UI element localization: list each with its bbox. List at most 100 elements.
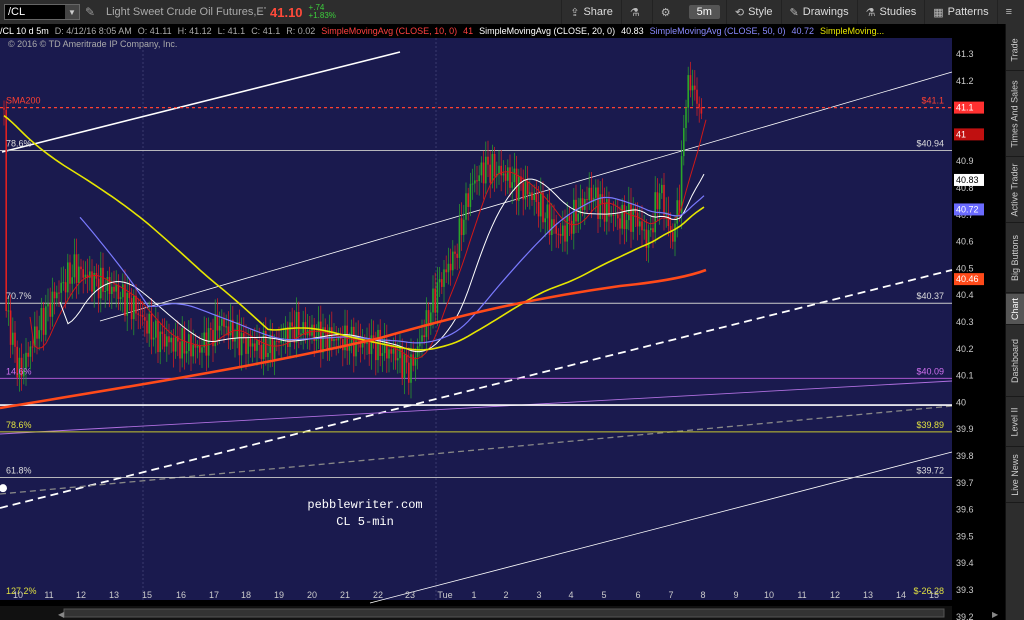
candle-body (210, 328, 212, 330)
candle-body (630, 202, 632, 232)
sidebar-tab-label: Dashboard (1010, 338, 1020, 384)
candle-body (273, 340, 276, 360)
sidebar-tab-label: Level II (1010, 407, 1020, 437)
candle-body (617, 214, 619, 219)
candle-body (144, 317, 146, 321)
candle-body (377, 329, 379, 361)
scrollbar-thumb[interactable] (63, 608, 945, 618)
sidebar-tab-active-trader[interactable]: Active Trader (1006, 158, 1024, 223)
x-tick-label: 21 (340, 590, 350, 600)
candle-body (647, 230, 650, 248)
candle-body (67, 262, 69, 293)
candle-body (625, 220, 628, 230)
patterns-button[interactable]: ▦ Patterns (924, 0, 996, 24)
watermark-caption: CL 5-min (336, 515, 394, 529)
symbol-value: /CL (8, 6, 26, 18)
candle-body (447, 263, 450, 273)
x-tick-label: 15 (142, 590, 152, 600)
candle-body (128, 292, 131, 299)
level-label: 78.6% (6, 420, 32, 430)
candle-body (370, 335, 373, 355)
candle-body (652, 228, 654, 233)
sidebar-tab-level-ii[interactable]: Level II (1006, 398, 1024, 447)
candle-body (518, 176, 520, 201)
drawings-button[interactable]: ✎ Drawings (780, 0, 857, 24)
menu-button[interactable]: ≡ (996, 0, 1024, 24)
candle-body (262, 330, 265, 360)
candle-body (245, 337, 247, 354)
scroll-right-icon[interactable]: ▶ (992, 610, 999, 619)
chart-panel[interactable]: /CL 10 d 5m D: 4/12/16 8:05 AM O: 41.11 … (0, 24, 1006, 620)
candle-body (588, 187, 590, 201)
scroll-left-icon[interactable]: ◀ (58, 610, 65, 619)
candle-body (280, 340, 282, 343)
share-label: Share (583, 6, 613, 18)
studies-button[interactable]: ⚗ Studies (856, 0, 925, 24)
candle-body (403, 354, 406, 379)
candle-body (570, 220, 573, 234)
sidebar-tab-label: Chart (1010, 297, 1021, 321)
candle-body (397, 358, 399, 361)
timeframe-selector[interactable]: 5m (688, 5, 720, 19)
sidebar-tab-big-buttons[interactable]: Big Buttons (1006, 224, 1024, 293)
share-button[interactable]: ⇪ Share (561, 0, 621, 24)
candle-body (460, 218, 463, 235)
candle-body (108, 277, 111, 294)
symbol-input[interactable]: /CL ▼ (4, 4, 80, 20)
sidebar-tab-dashboard[interactable]: Dashboard (1006, 326, 1024, 397)
candle-body (190, 334, 192, 357)
candle-body (493, 154, 496, 177)
y-tick-label: 39.2 (956, 612, 974, 620)
style-button[interactable]: ⟲ Style (725, 0, 781, 24)
study-sma50[interactable]: SimpleMovingAvg (CLOSE, 50, 0) (650, 26, 786, 36)
chevron-down-icon[interactable]: ▼ (65, 5, 79, 19)
sidebar-tab-trade[interactable]: Trade (1006, 30, 1024, 71)
candle-body (89, 271, 91, 278)
candle-body (100, 267, 102, 299)
candle-body (650, 228, 652, 231)
candle-body (491, 154, 494, 183)
candle-body (509, 167, 511, 188)
y-tick-label: 40.9 (956, 156, 974, 166)
candle-body (141, 315, 144, 318)
candle-body (174, 336, 177, 352)
candle-body (218, 325, 221, 331)
candle-body (199, 346, 201, 353)
candle-body (515, 168, 518, 201)
candle-body (661, 184, 663, 194)
candle-body (247, 337, 249, 354)
sidebar-tab-live-news[interactable]: Live News (1006, 448, 1024, 503)
price-tag-value: 41.1 (956, 103, 974, 113)
flask-button[interactable]: ⚗ (620, 0, 652, 24)
x-tick-label: 8 (700, 590, 705, 600)
share-icon: ⇪ (570, 6, 580, 19)
candle-body (62, 282, 65, 284)
price-chart[interactable]: SMA20078.6%70.7%14.6%78.6%61.8%127.2%$41… (0, 38, 1006, 620)
candle-body (454, 251, 456, 254)
candle-body (504, 173, 507, 181)
x-tick-label: 10 (764, 590, 774, 600)
sidebar-tab-chart[interactable]: Chart (1006, 294, 1024, 325)
sidebar-tab-times-and-sales[interactable]: Times And Sales (1006, 72, 1024, 157)
candle-body (137, 313, 139, 315)
study-sma-more[interactable]: SimpleMoving... (820, 26, 884, 36)
candle-body (700, 107, 703, 114)
study-sma10[interactable]: SimpleMovingAvg (CLOSE, 10, 0) (321, 26, 457, 36)
candle-body (51, 291, 54, 317)
candle-body (555, 225, 557, 234)
sidebar-tab-label: Times And Sales (1010, 80, 1021, 148)
study-sma20[interactable]: SimpleMovingAvg (CLOSE, 20, 0) (479, 26, 615, 36)
candle-body (614, 214, 617, 216)
candle-body (139, 314, 142, 316)
sidebar-tab-label: Big Buttons (1010, 234, 1020, 282)
x-tick-label: 16 (176, 590, 186, 600)
candle-body (185, 351, 188, 354)
pencil-icon[interactable]: ✎ (80, 2, 100, 22)
candle-body (639, 221, 641, 227)
level-label: 70.7% (6, 291, 32, 301)
x-tick-label: 5 (601, 590, 606, 600)
candle-body (60, 282, 62, 293)
level-label: $39.89 (916, 420, 944, 430)
settings-button[interactable]: ⚙ (651, 0, 683, 24)
candle-body (513, 168, 516, 183)
